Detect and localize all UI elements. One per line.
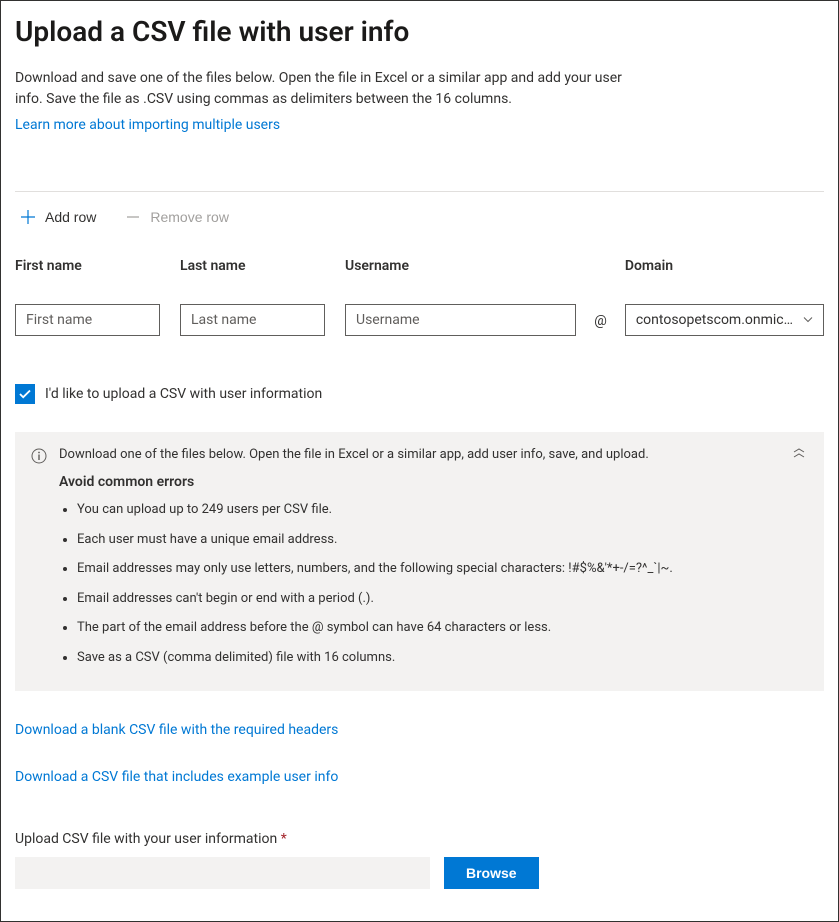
page-title: Upload a CSV file with user info	[15, 15, 824, 48]
upload-file-label: Upload CSV file with your user informati…	[15, 831, 824, 847]
info-header-text: Download one of the files below. Open th…	[59, 446, 808, 464]
upload-file-label-text: Upload CSV file with your user informati…	[15, 831, 277, 847]
first-name-label: First name	[15, 258, 160, 274]
upload-csv-panel: Upload a CSV file with user info Downloa…	[0, 0, 839, 922]
info-panel: Download one of the files below. Open th…	[15, 432, 824, 691]
upload-csv-checkbox-label: I'd like to upload a CSV with user infor…	[45, 386, 322, 402]
info-bullet: Save as a CSV (comma delimited) file wit…	[77, 648, 808, 668]
user-form-row: First name Last name Username @ Domain c…	[15, 258, 824, 336]
last-name-label: Last name	[180, 258, 325, 274]
upload-row: Browse	[15, 857, 824, 889]
first-name-field: First name	[15, 258, 160, 336]
info-bullet: Each user must have a unique email addre…	[77, 530, 808, 550]
first-name-input[interactable]	[15, 304, 160, 336]
learn-more-link[interactable]: Learn more about importing multiple user…	[15, 117, 280, 133]
download-blank-csv-link[interactable]: Download a blank CSV file with the requi…	[15, 722, 338, 738]
upload-file-path-input[interactable]	[15, 857, 430, 889]
minus-icon	[124, 208, 142, 226]
domain-field: Domain contosopetscom.onmic…	[625, 258, 824, 336]
username-input[interactable]	[345, 304, 576, 336]
info-bullet: The part of the email address before the…	[77, 618, 808, 638]
domain-selected-value: contosopetscom.onmic…	[636, 312, 793, 328]
info-bullet-list: You can upload up to 249 users per CSV f…	[59, 500, 808, 667]
username-field: Username	[345, 258, 576, 336]
info-bullet: Email addresses can't begin or end with …	[77, 589, 808, 609]
last-name-field: Last name	[180, 258, 325, 336]
intro-text: Download and save one of the files below…	[15, 68, 635, 110]
remove-row-label: Remove row	[150, 209, 229, 225]
info-body: Avoid common errors You can upload up to…	[59, 474, 808, 667]
remove-row-button: Remove row	[120, 204, 233, 230]
domain-label: Domain	[625, 258, 824, 274]
info-bullet: You can upload up to 249 users per CSV f…	[77, 500, 808, 520]
collapse-icon[interactable]	[792, 446, 806, 465]
required-mark: *	[281, 831, 287, 847]
username-label: Username	[345, 258, 576, 274]
download-links: Download a blank CSV file with the requi…	[15, 719, 824, 813]
info-header: Download one of the files below. Open th…	[31, 446, 808, 464]
upload-csv-checkbox-row: I'd like to upload a CSV with user infor…	[15, 384, 824, 404]
domain-select[interactable]: contosopetscom.onmic…	[625, 304, 824, 336]
browse-button[interactable]: Browse	[444, 857, 539, 889]
add-row-label: Add row	[45, 209, 96, 225]
download-example-csv-link[interactable]: Download a CSV file that includes exampl…	[15, 769, 338, 785]
info-subtitle: Avoid common errors	[59, 474, 808, 490]
last-name-input[interactable]	[180, 304, 325, 336]
upload-csv-checkbox[interactable]	[15, 384, 35, 404]
upload-section: Upload CSV file with your user informati…	[15, 831, 824, 889]
plus-icon	[19, 208, 37, 226]
action-bar: Add row Remove row	[15, 192, 824, 258]
info-icon	[31, 448, 47, 464]
add-row-button[interactable]: Add row	[15, 204, 100, 230]
at-symbol: @	[594, 313, 607, 336]
info-bullet: Email addresses may only use letters, nu…	[77, 559, 808, 579]
